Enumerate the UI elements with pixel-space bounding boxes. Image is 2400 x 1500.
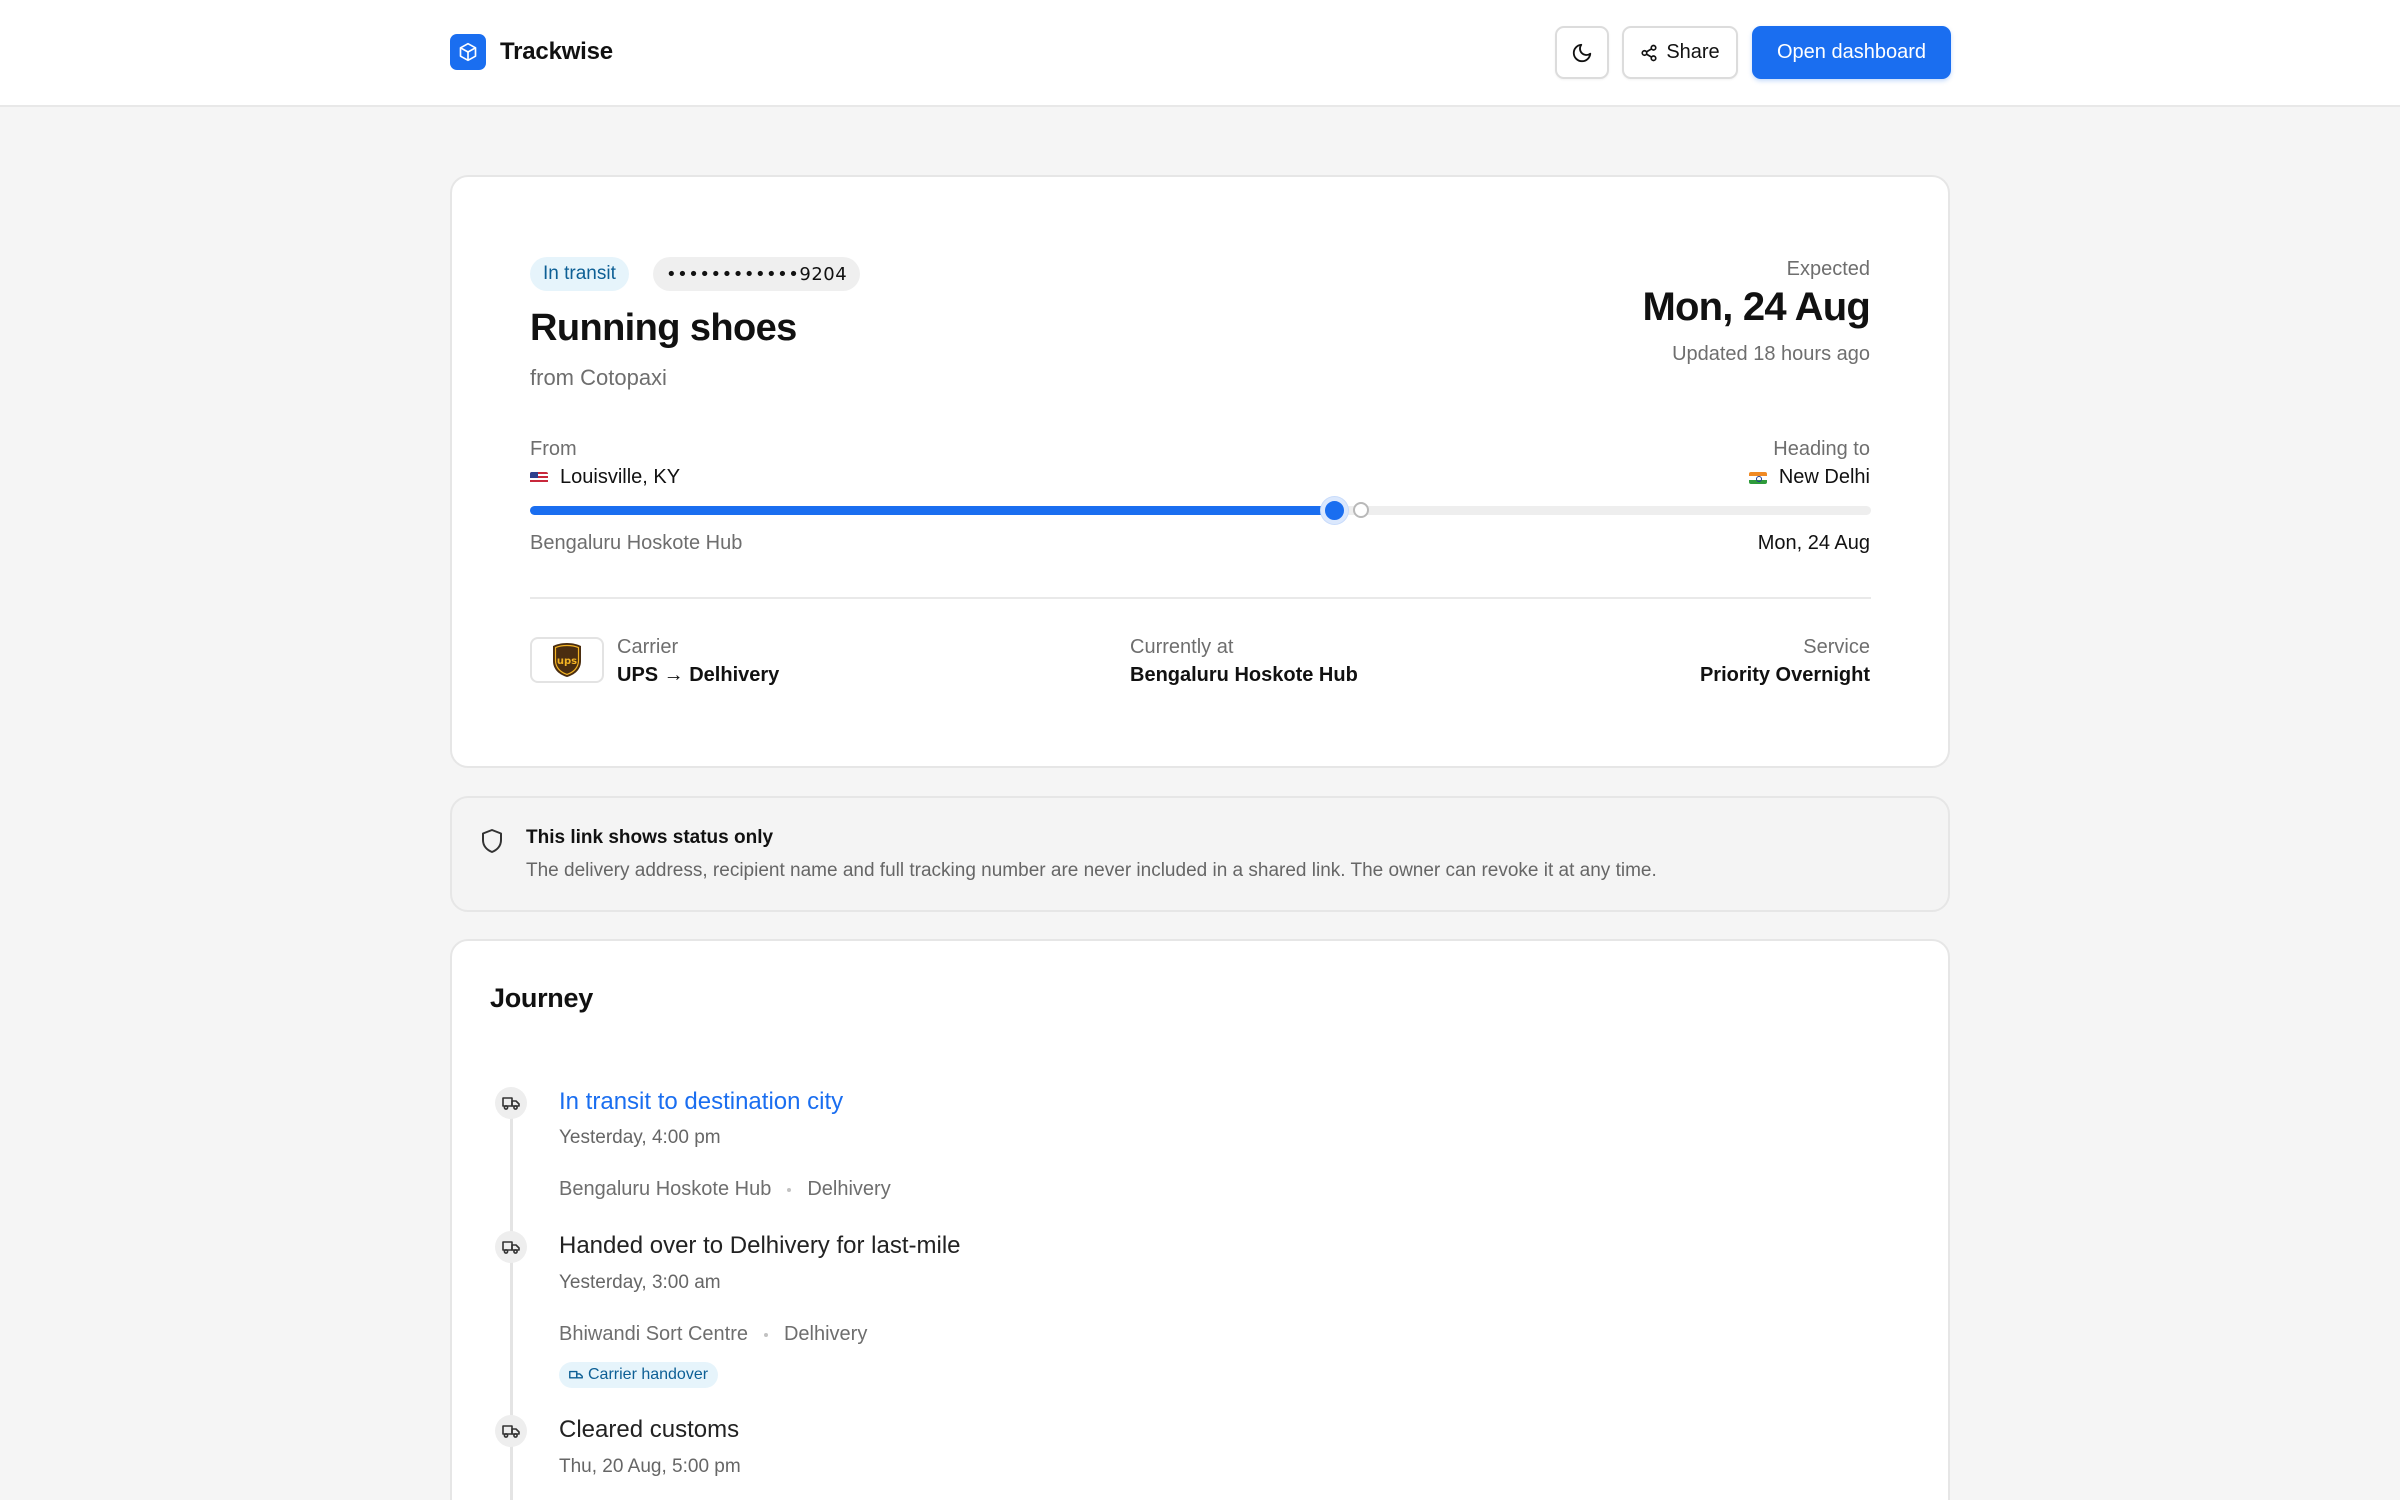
event-place: Bhiwandi Sort Centre bbox=[559, 1323, 748, 1345]
origin-label: From bbox=[530, 438, 577, 460]
brand[interactable]: Trackwise bbox=[450, 34, 613, 70]
status-badge: In transit bbox=[530, 257, 629, 291]
carrier-handover-badge: Carrier handover bbox=[559, 1362, 719, 1388]
route-eta: Mon, 24 Aug bbox=[1757, 532, 1870, 554]
top-bar: Trackwise Share Open dashboard bbox=[0, 0, 2400, 107]
brand-name: Trackwise bbox=[500, 38, 613, 65]
destination-place: New Delhi bbox=[1778, 466, 1870, 488]
share-button[interactable]: Share bbox=[1622, 26, 1738, 79]
separator-dot bbox=[787, 1187, 792, 1192]
package-icon bbox=[450, 34, 486, 70]
ups-logo: ups bbox=[530, 637, 604, 683]
privacy-note-title: This link shows status only bbox=[526, 827, 774, 848]
separator-dot bbox=[763, 1332, 768, 1337]
shipment-title: Running shoes bbox=[530, 307, 797, 349]
truck-icon bbox=[495, 1415, 527, 1447]
expected-date: Mon, 24 Aug bbox=[1642, 285, 1871, 329]
next-stop-marker bbox=[1353, 502, 1369, 518]
event-carrier: Delhivery bbox=[783, 1323, 868, 1345]
progress-fill bbox=[530, 506, 1335, 515]
share-icon bbox=[1641, 44, 1657, 61]
journey-card: Journey In transit to destination city Y… bbox=[450, 939, 1950, 1500]
service-value: Priority Overnight bbox=[1699, 664, 1870, 686]
service-label: Service bbox=[1803, 636, 1870, 658]
india-flag-icon bbox=[1748, 471, 1767, 484]
privacy-note-body: The delivery address, recipient name and… bbox=[526, 860, 1657, 881]
shield-icon bbox=[482, 829, 502, 853]
event-time: Yesterday, 4:00 pm bbox=[559, 1127, 721, 1148]
origin: Louisville, KY bbox=[530, 466, 680, 489]
destination-label: Heading to bbox=[1773, 438, 1870, 460]
moon-icon bbox=[1572, 43, 1592, 62]
badge-label: Carrier handover bbox=[588, 1366, 709, 1383]
origin-place: Louisville, KY bbox=[560, 466, 681, 488]
expected-label: Expected bbox=[1786, 258, 1870, 280]
divider bbox=[530, 597, 1871, 599]
truck-icon bbox=[495, 1087, 527, 1119]
progress-marker bbox=[1321, 497, 1348, 524]
location-value: Bengaluru Hoskote Hub bbox=[1130, 664, 1358, 686]
event-title[interactable]: In transit to destination city bbox=[559, 1088, 843, 1116]
theme-toggle-button[interactable] bbox=[1555, 26, 1609, 79]
truck-icon bbox=[495, 1231, 527, 1263]
carrier-label: Carrier bbox=[617, 636, 679, 658]
journey-title: Journey bbox=[490, 983, 593, 1013]
open-dashboard-button[interactable]: Open dashboard bbox=[1752, 26, 1951, 79]
event-place: Bengaluru Hoskote Hub bbox=[559, 1178, 772, 1200]
event-location: Bengaluru Hoskote Hub Delhivery bbox=[559, 1178, 891, 1201]
share-label: Share bbox=[1666, 41, 1720, 63]
shipment-card: In transit ••••••••••••9204 Running shoe… bbox=[450, 175, 1950, 768]
current-hub: Bengaluru Hoskote Hub bbox=[530, 532, 743, 554]
event-title[interactable]: Handed over to Delhivery for last-mile bbox=[559, 1232, 961, 1260]
updated-time: Updated 18 hours ago bbox=[1672, 343, 1870, 365]
progress-track bbox=[530, 497, 1871, 524]
event-time: Yesterday, 3:00 am bbox=[559, 1272, 721, 1293]
destination: New Delhi bbox=[1748, 466, 1870, 489]
event-time: Thu, 20 Aug, 5:00 pm bbox=[559, 1456, 741, 1477]
us-flag-icon bbox=[530, 471, 548, 484]
event-carrier: Delhivery bbox=[807, 1178, 891, 1200]
location-label: Currently at bbox=[1130, 636, 1234, 658]
event-location: Bhiwandi Sort Centre Delhivery bbox=[559, 1323, 867, 1346]
truck-icon bbox=[569, 1370, 583, 1379]
tracking-number-chip: ••••••••••••9204 bbox=[653, 257, 861, 291]
event-title[interactable]: Cleared customs bbox=[559, 1416, 739, 1444]
merchant-name: from Cotopaxi bbox=[530, 365, 667, 390]
svg-text:ups: ups bbox=[557, 656, 577, 667]
carrier-value: UPS → Delhivery bbox=[617, 664, 780, 686]
privacy-note: This link shows status only The delivery… bbox=[450, 796, 1950, 912]
